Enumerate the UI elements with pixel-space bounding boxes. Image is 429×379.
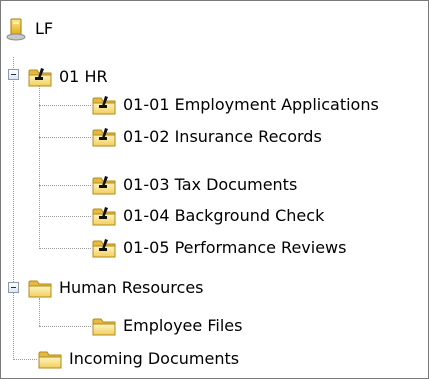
tree-node-01-hr[interactable]: 01 HR <box>27 63 108 91</box>
tree-node-human-resources[interactable]: Human Resources <box>27 274 204 302</box>
record-folder-icon <box>27 65 53 89</box>
tree-connector <box>39 85 40 249</box>
tree-node-employment-applications[interactable]: 01-01 Employment Applications <box>91 91 379 119</box>
tree-node-background-check[interactable]: 01-04 Background Check <box>91 202 324 230</box>
repository-icon <box>3 17 29 41</box>
collapse-toggle-human-resources[interactable] <box>8 282 19 293</box>
folder-icon <box>37 347 63 371</box>
tree-node-label: 01-02 Insurance Records <box>123 127 322 146</box>
tree-node-label: Employee Files <box>123 316 243 335</box>
tree-connector <box>39 105 91 106</box>
tree-connector <box>39 185 91 186</box>
tree-node-label: 01 HR <box>59 67 108 86</box>
tree-node-label: 01-04 Background Check <box>123 206 325 225</box>
tree-connector <box>39 326 91 327</box>
tree-node-label: Incoming Documents <box>69 349 240 368</box>
record-folder-icon <box>91 204 117 228</box>
tree-connector <box>39 137 91 138</box>
tree-node-label: LF <box>35 19 54 38</box>
tree-node-label: 01-03 Tax Documents <box>123 175 298 194</box>
record-folder-icon <box>91 93 117 117</box>
folder-icon <box>27 276 53 300</box>
record-folder-icon <box>91 236 117 260</box>
record-folder-icon <box>91 173 117 197</box>
record-folder-icon <box>91 125 117 149</box>
tree-node-insurance-records[interactable]: 01-02 Insurance Records <box>91 123 322 151</box>
tree-connector <box>13 57 14 360</box>
tree-connector <box>39 298 40 326</box>
folder-icon <box>91 314 117 338</box>
collapse-toggle-01-hr[interactable] <box>8 69 19 80</box>
tree-node-label: 01-05 Performance Reviews <box>123 238 347 257</box>
tree-node-root[interactable]: LF <box>3 15 53 43</box>
folder-tree-panel: LF 01 HR 01-01 Employment Applications 0… <box>0 0 429 379</box>
tree-node-label: Human Resources <box>59 278 204 297</box>
tree-node-tax-documents[interactable]: 01-03 Tax Documents <box>91 171 297 199</box>
tree-connector <box>39 216 91 217</box>
tree-connector <box>13 359 37 360</box>
tree-connector <box>39 248 91 249</box>
tree-node-performance-reviews[interactable]: 01-05 Performance Reviews <box>91 234 346 262</box>
tree-node-label: 01-01 Employment Applications <box>123 95 379 114</box>
tree-node-incoming-documents[interactable]: Incoming Documents <box>37 345 239 373</box>
tree-node-employee-files[interactable]: Employee Files <box>91 312 242 340</box>
